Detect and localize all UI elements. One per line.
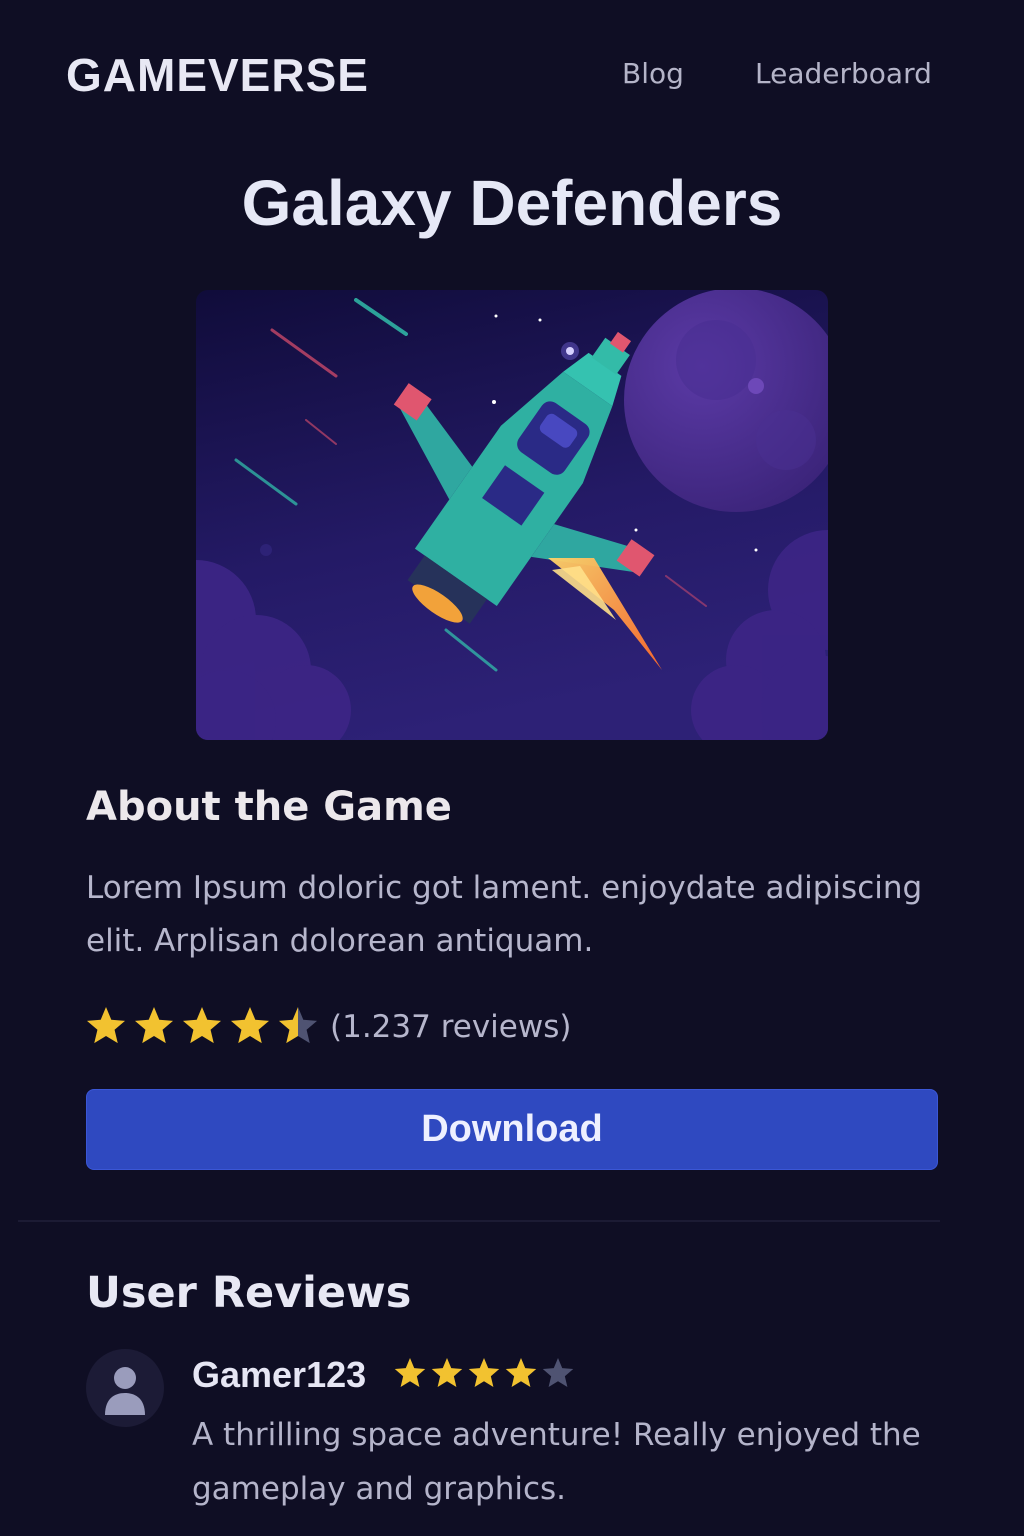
star-empty-icon bbox=[542, 1358, 574, 1387]
review-text: A thrilling space adventure! Really enjo… bbox=[192, 1417, 921, 1507]
site-header: GAMEVERSE Blog Leaderboard bbox=[0, 0, 1024, 150]
nav-link-blog[interactable]: Blog bbox=[622, 57, 684, 90]
download-button[interactable]: Download bbox=[86, 1089, 938, 1170]
review-count[interactable]: (1.237 reviews) bbox=[330, 1009, 571, 1045]
reviews-heading: User Reviews bbox=[86, 1268, 412, 1318]
review-rating-stars bbox=[394, 1358, 574, 1387]
site-logo[interactable]: GAMEVERSE bbox=[66, 48, 369, 102]
game-title: Galaxy Defenders bbox=[241, 167, 783, 239]
user-avatar-icon bbox=[86, 1349, 164, 1427]
about-description: Lorem Ipsum doloric got lament. enjoydat… bbox=[86, 870, 923, 959]
star-filled-icon bbox=[230, 1007, 270, 1044]
about-heading: About the Game bbox=[86, 784, 452, 830]
reviewer-name[interactable]: Gamer123 bbox=[192, 1354, 366, 1396]
star-filled-icon bbox=[431, 1358, 463, 1387]
star-half-icon bbox=[278, 1007, 318, 1044]
star-filled-icon bbox=[468, 1358, 500, 1387]
star-filled-icon bbox=[134, 1007, 174, 1044]
star-filled-icon bbox=[505, 1358, 537, 1387]
section-divider bbox=[18, 1220, 940, 1222]
nav-link-leaderboard[interactable]: Leaderboard bbox=[755, 57, 932, 90]
star-filled-icon bbox=[182, 1007, 222, 1044]
star-filled-icon bbox=[394, 1358, 426, 1387]
rating-stars bbox=[86, 1007, 318, 1044]
spaceship-illustration bbox=[196, 290, 828, 740]
game-hero-image bbox=[196, 290, 828, 740]
star-filled-icon bbox=[86, 1007, 126, 1044]
